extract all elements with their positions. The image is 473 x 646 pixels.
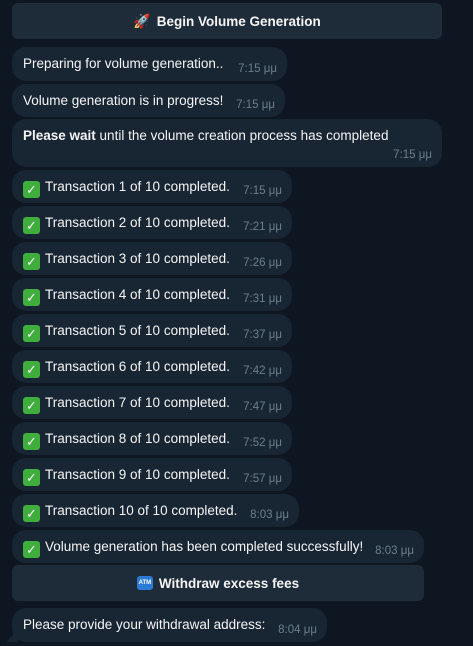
message-rest-text: Transaction 1 of 10 completed. (45, 179, 230, 194)
bubble-tail (6, 630, 18, 642)
message-text: ✓ Transaction 2 of 10 completed. (23, 214, 230, 234)
message-bubble: Volume generation is in progress! 7:15 μ… (12, 84, 285, 117)
message-text: Please wait until the volume creation pr… (23, 127, 388, 144)
message-text: ✓ Transaction 3 of 10 completed. (23, 250, 230, 270)
message-time: 7:47 μμ (243, 401, 282, 413)
check-mark-icon: ✓ (23, 433, 40, 450)
rocket-icon: 🚀 (133, 12, 151, 29)
message-rest-text: until the volume creation process has co… (95, 128, 389, 143)
message-bubble: ✓ Transaction 5 of 10 completed. 7:37 μμ (12, 314, 292, 347)
message-time: 7:31 μμ (243, 293, 282, 305)
message-time: 7:15 μμ (243, 185, 282, 197)
begin-volume-generation-button[interactable]: 🚀 Begin Volume Generation (12, 3, 442, 39)
message-rest-text: Transaction 5 of 10 completed. (45, 323, 230, 338)
check-mark-icon: ✓ (23, 505, 40, 522)
message-time: 7:21 μμ (243, 221, 282, 233)
message-time: 7:15 μμ (393, 149, 432, 161)
atm-icon: ATM (136, 576, 153, 590)
message-bubble: ✓ Transaction 2 of 10 completed. 7:21 μμ (12, 206, 292, 239)
message-rest-text: Transaction 9 of 10 completed. (45, 467, 230, 482)
message-bubble: Please provide your withdrawal address: … (6, 608, 327, 642)
message-rest-text: Transaction 7 of 10 completed. (45, 395, 230, 410)
message-time: 7:52 μμ (243, 437, 282, 449)
message-text: ✓ Volume generation has been completed su… (23, 538, 363, 558)
message-bubble: ✓ Transaction 7 of 10 completed. 7:47 μμ (12, 386, 292, 419)
check-mark-icon: ✓ (23, 181, 40, 198)
message-rest-text: Transaction 10 of 10 completed. (45, 503, 238, 518)
message-bubble: ✓ Transaction 10 of 10 completed. 8:03 μμ (12, 494, 299, 527)
message-time: 8:03 μμ (250, 509, 289, 521)
message-time: 8:03 μμ (375, 545, 414, 557)
check-mark-icon: ✓ (23, 541, 40, 558)
message-time: 7:26 μμ (243, 257, 282, 269)
message-bold-text: Please wait (23, 128, 96, 143)
message-text: ✓ Transaction 5 of 10 completed. (23, 322, 230, 342)
withdraw-excess-fees-button[interactable]: ATM Withdraw excess fees (12, 565, 424, 601)
check-mark-icon: ✓ (23, 253, 40, 270)
message-bubble: ✓ Transaction 1 of 10 completed. 7:15 μμ (12, 170, 292, 203)
message-text: ✓ Transaction 9 of 10 completed. (23, 466, 230, 486)
begin-volume-generation-label: Begin Volume Generation (156, 13, 321, 29)
message-text: ✓ Transaction 6 of 10 completed. (23, 358, 230, 378)
check-mark-icon: ✓ (23, 325, 40, 342)
check-mark-icon: ✓ (23, 361, 40, 378)
message-time: 7:15 μμ (236, 99, 275, 111)
message-time: 7:15 μμ (238, 63, 277, 75)
message-bubble: Preparing for volume generation.. 7:15 μ… (12, 47, 287, 81)
message-bubble: ✓ Transaction 9 of 10 completed. 7:57 μμ (12, 458, 292, 491)
message-bubble: ✓ Transaction 3 of 10 completed. 7:26 μμ (12, 242, 292, 275)
message-time: 7:37 μμ (243, 329, 282, 341)
message-rest-text: Transaction 8 of 10 completed. (45, 431, 230, 446)
check-mark-icon: ✓ (23, 217, 40, 234)
withdraw-excess-fees-label: Withdraw excess fees (158, 575, 300, 591)
message-text: ✓ Transaction 1 of 10 completed. (23, 178, 230, 198)
message-time: 7:57 μμ (243, 473, 282, 485)
message-text: ✓ Transaction 4 of 10 completed. (23, 286, 230, 306)
message-time: 7:42 μμ (243, 365, 282, 377)
message-bubble: ✓ Transaction 8 of 10 completed. 7:52 μμ (12, 422, 292, 455)
message-text: ✓ Transaction 7 of 10 completed. (23, 394, 230, 414)
check-mark-icon: ✓ (23, 469, 40, 486)
message-rest-text: Transaction 6 of 10 completed. (45, 359, 230, 374)
message-rest-text: Transaction 4 of 10 completed. (45, 287, 230, 302)
chat-view: 🚀 Begin Volume Generation Preparing for … (0, 0, 473, 646)
message-text: Preparing for volume generation.. (23, 56, 224, 71)
message-text: ✓ Transaction 10 of 10 completed. (23, 502, 237, 522)
message-bubble: ✓ Transaction 6 of 10 completed. 7:42 μμ (12, 350, 292, 383)
message-text: Please provide your withdrawal address: (23, 617, 266, 632)
message-rest-text: Volume generation has been completed suc… (45, 539, 364, 554)
message-time: 8:04 μμ (278, 624, 317, 636)
message-text: ✓ Transaction 8 of 10 completed. (23, 430, 230, 450)
message-bubble: Please wait until the volume creation pr… (12, 119, 442, 167)
message-rest-text: Transaction 3 of 10 completed. (45, 251, 230, 266)
message-bubble: ✓ Transaction 4 of 10 completed. 7:31 μμ (12, 278, 292, 311)
message-bubble: ✓ Volume generation has been completed su… (12, 530, 424, 563)
message-text: Volume generation is in progress! (23, 93, 224, 108)
check-mark-icon: ✓ (23, 397, 40, 414)
check-mark-icon: ✓ (23, 289, 40, 306)
message-rest-text: Transaction 2 of 10 completed. (45, 215, 230, 230)
